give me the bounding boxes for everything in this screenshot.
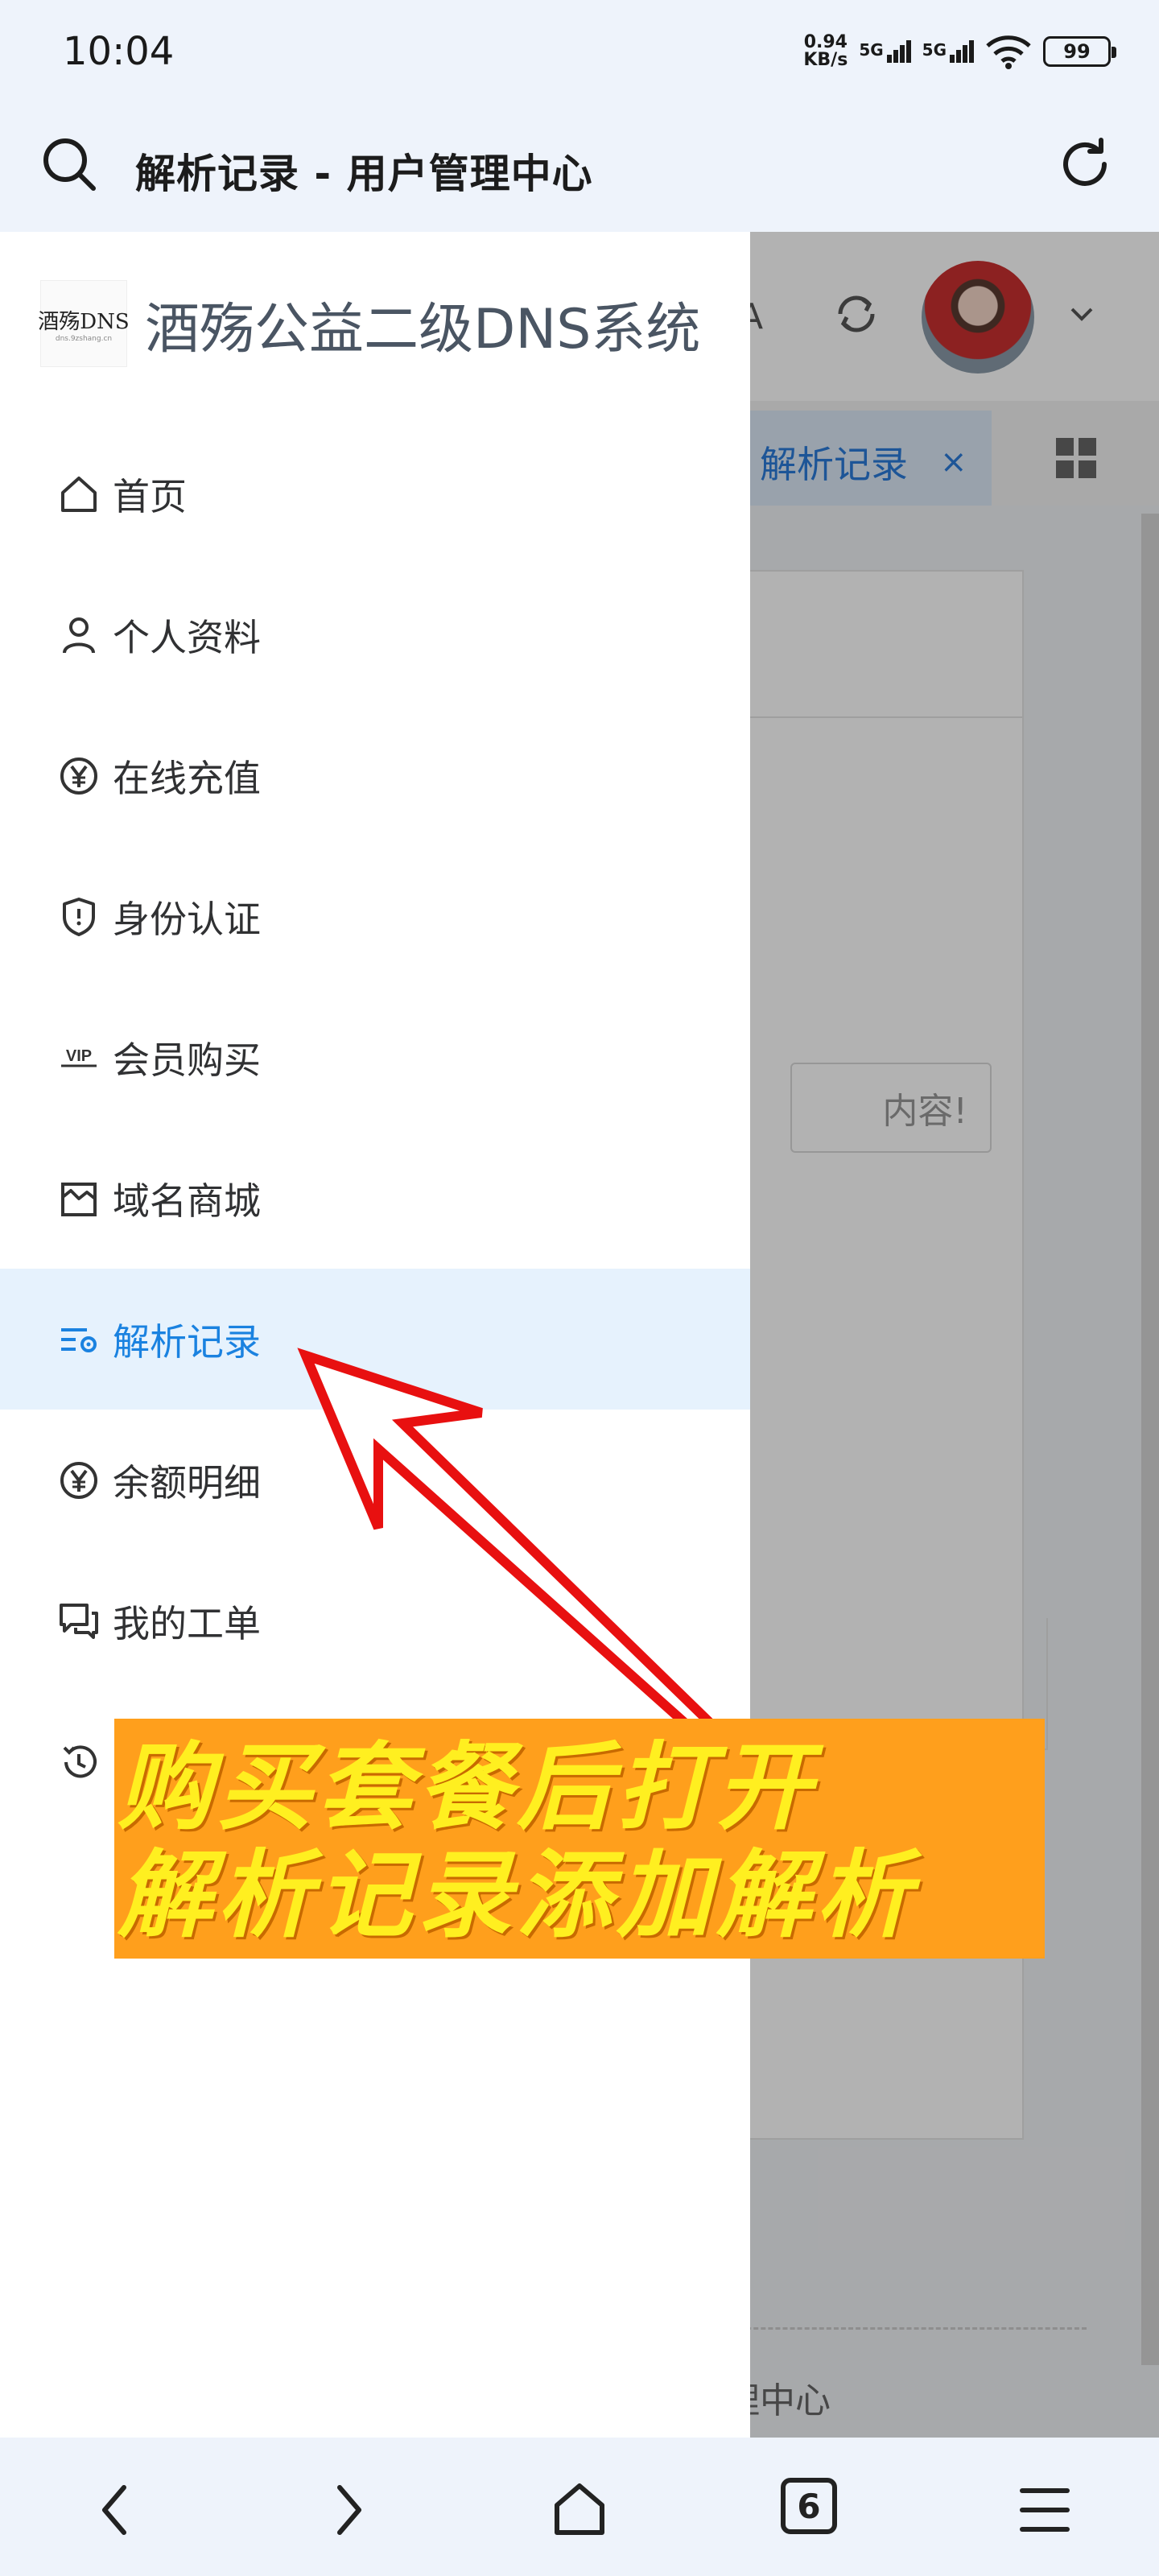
menu-item-label: 首页: [113, 474, 187, 518]
side-drawer: 酒殇DNS dns.9zshang.cn 酒殇公益二级DNS系统 首页 个人资料…: [0, 232, 750, 2438]
yen-circle-icon: [60, 1461, 97, 1499]
records-settings-icon: [61, 1327, 97, 1352]
signal-1-icon: 5G: [859, 40, 911, 63]
shop-icon: [61, 1182, 97, 1216]
menu-icon[interactable]: [1013, 2478, 1077, 2542]
user-icon: [63, 617, 95, 654]
shield-icon: [63, 897, 95, 936]
chat-icon: [60, 1603, 98, 1639]
page-title: 解析记录 - 用户管理中心: [135, 151, 593, 197]
menu-item-tickets[interactable]: 我的工单: [0, 1550, 750, 1691]
battery-icon: 99: [1043, 36, 1116, 67]
search-icon[interactable]: [40, 135, 98, 193]
status-indicators: 0.94 KB/s 5G 5G 99: [803, 27, 1116, 76]
annotation-line-2: 解析记录添加解析: [118, 1839, 917, 1951]
brand: 酒殇DNS dns.9zshang.cn 酒殇公益二级DNS系统: [38, 280, 701, 367]
home-icon[interactable]: [547, 2478, 612, 2542]
forward-icon[interactable]: [316, 2478, 380, 2542]
menu-item-label: 解析记录: [113, 1319, 261, 1364]
menu-item-label: 余额明细: [113, 1460, 261, 1505]
menu-item-label: 在线充值: [113, 756, 261, 800]
menu-item-label: 身份认证: [113, 897, 261, 941]
menu-item-recharge[interactable]: 在线充值: [0, 705, 750, 846]
annotation-banner: 购买套餐后打开 解析记录添加解析: [114, 1719, 1045, 1959]
menu-item-label: 个人资料: [113, 615, 261, 659]
menu-item-profile[interactable]: 个人资料: [0, 564, 750, 705]
browser-title-bar: 解析记录 - 用户管理中心: [0, 103, 1159, 232]
tabs-button[interactable]: 6: [781, 2478, 837, 2534]
menu-item-vip[interactable]: VIP 会员购买: [0, 987, 750, 1128]
status-time: 10:04: [63, 29, 175, 74]
menu-item-verification[interactable]: 身份认证: [0, 846, 750, 987]
annotation-line-1: 购买套餐后打开: [118, 1731, 817, 1843]
menu-item-label: 我的工单: [113, 1601, 261, 1645]
browser-bottom-nav: 6: [0, 2438, 1159, 2576]
brand-logo: 酒殇DNS dns.9zshang.cn: [38, 280, 130, 367]
brand-name: 酒殇公益二级DNS系统: [145, 297, 701, 361]
wifi-icon: [986, 35, 1031, 69]
home-icon: [61, 476, 97, 512]
vip-icon: VIP: [61, 1047, 97, 1067]
history-icon: [63, 1744, 97, 1777]
refresh-icon[interactable]: [1056, 135, 1114, 193]
yen-circle-icon: [60, 757, 97, 795]
back-icon[interactable]: [84, 2478, 148, 2542]
menu-item-label: 会员购买: [113, 1038, 261, 1082]
menu-item-home[interactable]: 首页: [0, 423, 750, 564]
svg-text:VIP: VIP: [66, 1047, 92, 1065]
signal-2-icon: 5G: [922, 40, 974, 63]
network-speed: 0.94 KB/s: [803, 32, 848, 70]
status-bar: 10:04 0.94 KB/s 5G 5G 99: [0, 0, 1159, 103]
menu-item-dns-records[interactable]: 解析记录: [0, 1269, 750, 1410]
side-menu: 首页 个人资料 在线充值 身份认证 VIP 会员购买 域名商城 解析记录 余额明: [0, 423, 750, 1832]
menu-item-domain-shop[interactable]: 域名商城: [0, 1128, 750, 1269]
menu-item-label: 域名商城: [113, 1179, 261, 1223]
menu-item-balance[interactable]: 余额明细: [0, 1410, 750, 1550]
